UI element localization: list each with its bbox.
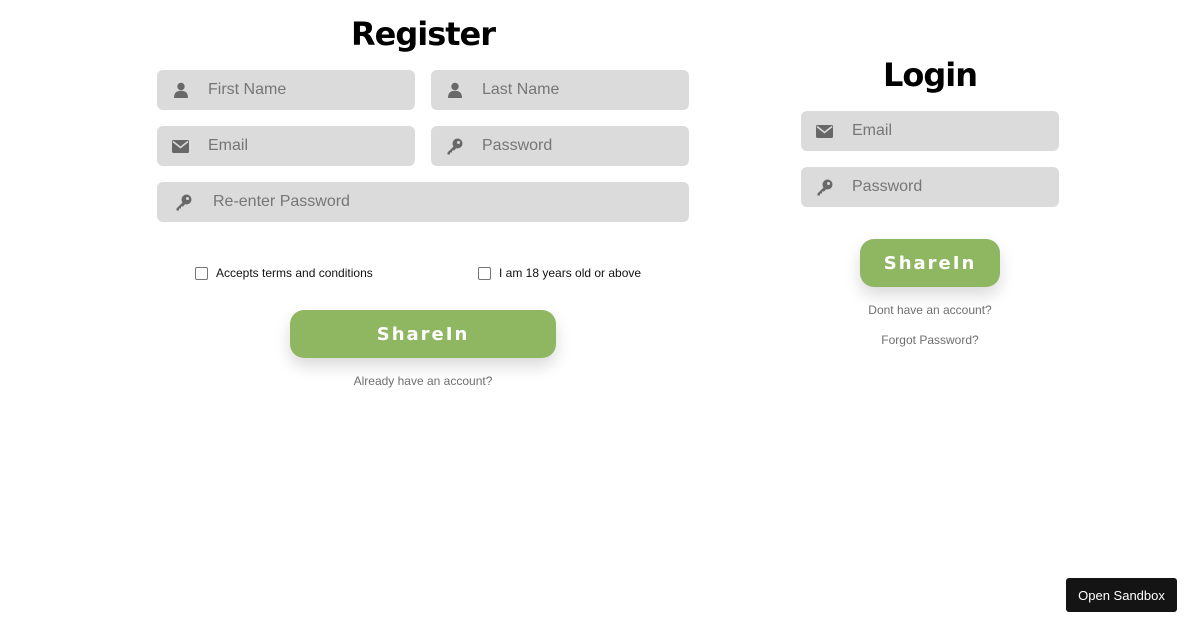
register-email-field[interactable] <box>157 126 415 166</box>
user-icon <box>431 70 476 110</box>
terms-checkbox-label: Accepts terms and conditions <box>216 266 373 280</box>
age-checkbox-label: I am 18 years old or above <box>499 266 642 280</box>
register-title: Register <box>350 15 496 53</box>
register-submit-button[interactable]: ShareIn <box>290 310 556 358</box>
register-password-input[interactable] <box>476 126 689 166</box>
login-password-input[interactable] <box>846 167 1059 207</box>
first-name-field[interactable] <box>157 70 415 110</box>
key-icon <box>157 182 207 222</box>
age-checkbox-box[interactable] <box>478 266 491 280</box>
last-name-input[interactable] <box>476 70 689 110</box>
last-name-field[interactable] <box>431 70 689 110</box>
register-email-input[interactable] <box>202 126 415 166</box>
login-title: Login <box>882 56 978 94</box>
already-have-account-link[interactable]: Already have an account? <box>157 374 689 388</box>
envelope-icon <box>157 126 202 166</box>
terms-checkbox[interactable]: Accepts terms and conditions <box>195 266 373 280</box>
user-icon <box>157 70 202 110</box>
first-name-input[interactable] <box>202 70 415 110</box>
key-icon <box>431 126 476 166</box>
login-email-input[interactable] <box>846 111 1059 151</box>
envelope-icon <box>801 111 846 151</box>
reenter-password-input[interactable] <box>207 182 689 222</box>
open-sandbox-button[interactable]: Open Sandbox <box>1066 578 1177 612</box>
register-password-field[interactable] <box>431 126 689 166</box>
terms-checkbox-box[interactable] <box>195 266 208 280</box>
login-email-field[interactable] <box>801 111 1059 151</box>
login-submit-button[interactable]: ShareIn <box>860 239 1000 287</box>
dont-have-account-link[interactable]: Dont have an account? <box>801 303 1059 317</box>
age-checkbox[interactable]: I am 18 years old or above <box>478 266 641 280</box>
login-password-field[interactable] <box>801 167 1059 207</box>
forgot-password-link[interactable]: Forgot Password? <box>801 333 1059 347</box>
reenter-password-field[interactable] <box>157 182 689 222</box>
key-icon <box>801 167 846 207</box>
